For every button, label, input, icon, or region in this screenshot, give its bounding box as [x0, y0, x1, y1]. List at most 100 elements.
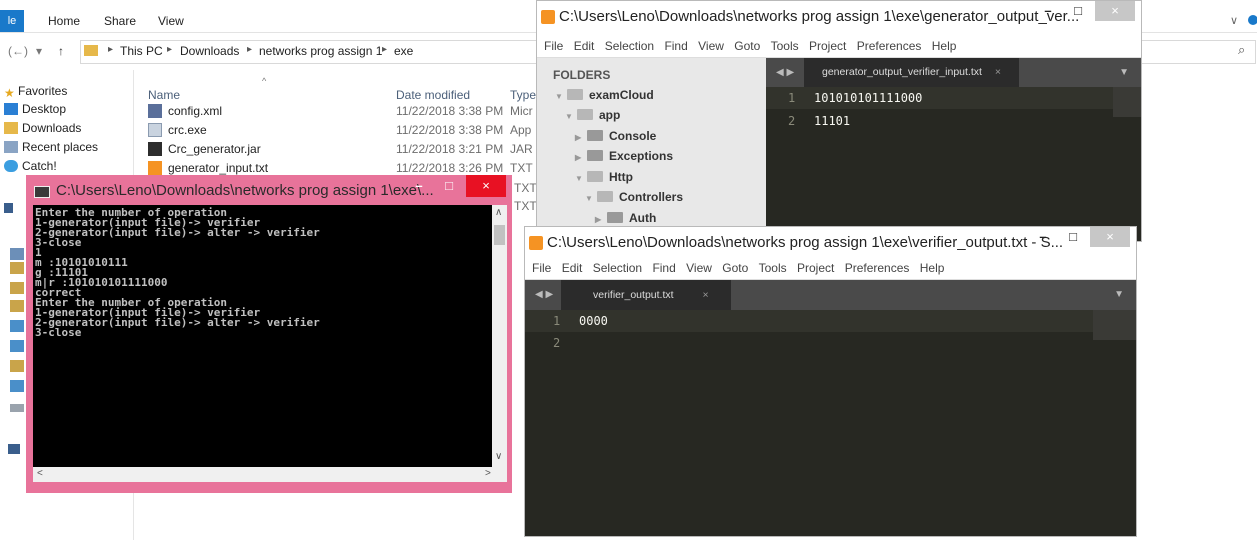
tab-menu-icon[interactable]: ▼	[1119, 58, 1129, 87]
menu-selection[interactable]: Selection	[605, 35, 654, 57]
chevron-right-icon: ▶	[575, 153, 582, 162]
recent-locations-icon[interactable]: ▾	[36, 44, 42, 58]
close-button[interactable]: ×	[466, 175, 506, 197]
maximize-button[interactable]: □	[434, 175, 464, 197]
menu-project[interactable]: Project	[809, 35, 846, 57]
line-number: 1	[788, 91, 796, 105]
menu-tools[interactable]: Tools	[771, 35, 799, 57]
tab-verifier-output[interactable]: verifier_output.txt ×	[561, 280, 731, 310]
scroll-left-icon[interactable]: <	[37, 468, 43, 479]
menu-help[interactable]: Help	[920, 257, 945, 279]
line-number: 2	[788, 114, 796, 128]
column-type[interactable]: Type	[510, 88, 536, 102]
title-bar[interactable]: C:\Users\Leno\Downloads\networks prog as…	[537, 1, 1141, 35]
tree-folder-exceptions[interactable]: ▶ Exceptions	[575, 149, 673, 163]
breadcrumb-networks[interactable]: networks prog assign 1	[259, 44, 382, 58]
close-button[interactable]: ×	[1090, 227, 1130, 247]
tree-folder-examcloud[interactable]: ▼ examCloud	[555, 88, 654, 102]
tree-label: examCloud	[589, 88, 654, 102]
tab-nav-arrows-icon[interactable]: ◀ ▶	[535, 280, 553, 310]
menu-preferences[interactable]: Preferences	[845, 257, 910, 279]
code-line: 101010101111000	[814, 91, 923, 105]
tab-close-icon[interactable]: ×	[995, 66, 1001, 78]
ribbon-file-tab[interactable]: le	[0, 10, 24, 32]
menu-selection[interactable]: Selection	[593, 257, 642, 279]
menu-edit[interactable]: Edit	[574, 35, 595, 57]
menu-tools[interactable]: Tools	[759, 257, 787, 279]
nav-item-downloads[interactable]: Downloads	[4, 119, 81, 137]
chevron-down-icon[interactable]: ∨	[1230, 14, 1238, 27]
menu-view[interactable]: View	[698, 35, 724, 57]
minimize-button[interactable]: –	[1033, 1, 1063, 21]
file-row[interactable]: crc.exe	[148, 121, 207, 139]
sublime-window-generator-output[interactable]: C:\Users\Leno\Downloads\networks prog as…	[536, 0, 1142, 242]
ribbon-tab-home[interactable]: Home	[48, 14, 80, 28]
menu-goto[interactable]: Goto	[734, 35, 760, 57]
tree-folder-http[interactable]: ▼ Http	[575, 170, 633, 184]
menu-file[interactable]: File	[532, 257, 551, 279]
menu-file[interactable]: File	[544, 35, 563, 57]
breadcrumb-this-pc[interactable]: This PC	[120, 44, 163, 58]
tree-label: Controllers	[619, 190, 684, 204]
menu-edit[interactable]: Edit	[562, 257, 583, 279]
console-output[interactable]: Enter the number of operation 1-generato…	[33, 205, 492, 467]
tab-close-icon[interactable]: ×	[702, 289, 708, 301]
tree-folder-app[interactable]: ▼ app	[565, 108, 620, 122]
minimize-button[interactable]: –	[404, 175, 434, 197]
tab-generator-output[interactable]: generator_output_verifier_input.txt ×	[804, 58, 1019, 87]
menu-view[interactable]: View	[686, 257, 712, 279]
breadcrumb-exe[interactable]: exe	[394, 44, 413, 58]
scrollbar-thumb[interactable]	[494, 225, 505, 245]
menu-goto[interactable]: Goto	[722, 257, 748, 279]
ribbon-tab-view[interactable]: View	[158, 14, 184, 28]
tree-folder-auth[interactable]: ▶ Auth	[595, 211, 656, 225]
nav-item-desktop[interactable]: Desktop	[4, 100, 66, 118]
tab-menu-icon[interactable]: ▼	[1114, 280, 1124, 310]
command-prompt-window[interactable]: C:\Users\Leno\Downloads\networks prog as…	[26, 175, 512, 493]
menu-project[interactable]: Project	[797, 257, 834, 279]
menu-find[interactable]: Find	[652, 257, 675, 279]
file-row[interactable]: config.xml	[148, 102, 222, 120]
scroll-right-icon[interactable]: >	[485, 468, 491, 479]
xml-icon	[148, 104, 162, 118]
breadcrumb-downloads[interactable]: Downloads	[180, 44, 239, 58]
vertical-scrollbar[interactable]: ∧ ∨	[492, 205, 507, 467]
folder-sidebar: FOLDERS ▼ examCloud ▼ app ▶ Console ▶ Except…	[537, 58, 766, 241]
nav-item-favorites[interactable]: ★ Favorites	[4, 82, 67, 100]
nav-item-recent[interactable]: Recent places	[4, 138, 98, 156]
tree-label: Console	[609, 129, 657, 143]
nav-item-catch[interactable]: Catch!	[4, 157, 57, 175]
chevron-down-icon: ▼	[575, 174, 583, 183]
drive-icon	[10, 380, 24, 392]
minimap[interactable]	[1113, 87, 1141, 117]
ribbon-tab-share[interactable]: Share	[104, 14, 136, 28]
maximize-button[interactable]: □	[1063, 1, 1093, 21]
scroll-up-icon[interactable]: ∧	[495, 207, 502, 218]
window-title: C:\Users\Leno\Downloads\networks prog as…	[547, 234, 1064, 251]
sublime-window-verifier-output[interactable]: C:\Users\Leno\Downloads\networks prog as…	[524, 226, 1137, 537]
menu-help[interactable]: Help	[932, 35, 957, 57]
tab-nav-arrows-icon[interactable]: ◀ ▶	[776, 58, 794, 87]
maximize-button[interactable]: □	[1058, 227, 1088, 247]
horizontal-scrollbar[interactable]: < >	[33, 467, 507, 482]
menu-find[interactable]: Find	[664, 35, 687, 57]
menu-preferences[interactable]: Preferences	[857, 35, 922, 57]
search-icon[interactable]: ⌕	[1238, 42, 1245, 58]
editor-area[interactable]: 1 101010101111000 2 11101	[766, 87, 1141, 241]
folder-icon	[10, 340, 24, 352]
editor-area[interactable]: 1 0000 2	[525, 310, 1136, 536]
scroll-down-icon[interactable]: ∨	[495, 451, 502, 462]
minimap[interactable]	[1093, 310, 1136, 340]
title-bar[interactable]: C:\Users\Leno\Downloads\networks prog as…	[525, 227, 1136, 260]
column-date-modified[interactable]: Date modified	[396, 88, 470, 102]
tree-folder-console[interactable]: ▶ Console	[575, 129, 656, 143]
file-row[interactable]: Crc_generator.jar	[148, 140, 261, 158]
up-icon[interactable]: ↑	[58, 44, 64, 58]
help-icon[interactable]	[1248, 15, 1257, 25]
close-button[interactable]: ×	[1095, 1, 1135, 21]
back-button[interactable]: (←)	[8, 44, 28, 58]
minimize-button[interactable]: –	[1028, 227, 1058, 247]
tree-label: Auth	[629, 211, 657, 225]
tree-folder-controllers[interactable]: ▼ Controllers	[585, 190, 683, 204]
column-name[interactable]: Name	[148, 88, 180, 102]
